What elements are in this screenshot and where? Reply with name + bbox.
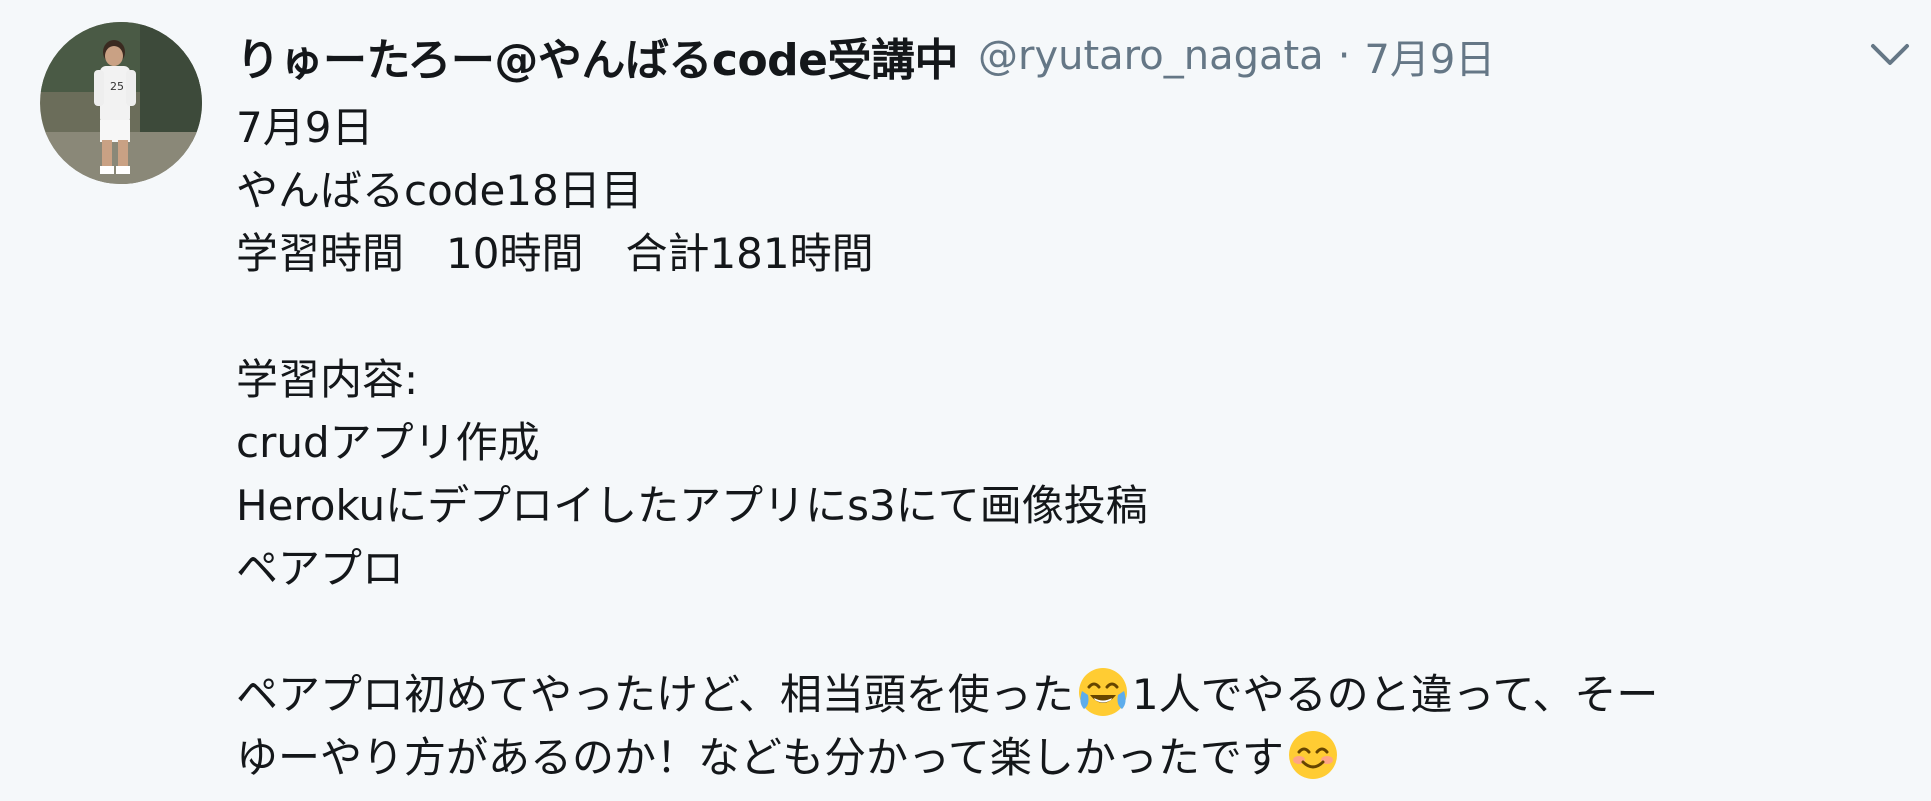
- svg-text:25: 25: [110, 80, 124, 93]
- face-with-tears-of-joy-emoji: [1076, 665, 1130, 719]
- tweet-line: 学習時間 10時間 合計181時間: [236, 229, 874, 278]
- tweet-line-wrapped: ペアプロ初めてやったけど、相当頭を使った 1人でやるのと違って、そー: [236, 663, 1896, 726]
- separator-dot: ·: [1337, 33, 1351, 79]
- tweet-text: 7月9日 やんばるcode18日目 学習時間 10時間 合計181時間 学習内容…: [236, 96, 1896, 789]
- tweet-line: やんばるcode18日目: [236, 166, 643, 215]
- tweet-timestamp[interactable]: 7月9日: [1364, 27, 1495, 85]
- smiling-face-with-smiling-eyes-emoji: [1286, 728, 1340, 782]
- tweet-card[interactable]: 25 りゅーたろー@やんばるcode受講中 @ryutaro_nagata · …: [0, 0, 1931, 801]
- avatar-photo: 25: [40, 22, 202, 184]
- tweet-text-segment: ペアプロ初めてやったけど、相当頭を使った: [236, 670, 1074, 719]
- tweet-header: りゅーたろー@やんばるcode受講中 @ryutaro_nagata · 7月9…: [236, 24, 1495, 88]
- avatar[interactable]: 25: [40, 22, 202, 184]
- user-handle[interactable]: @ryutaro_nagata: [978, 33, 1324, 79]
- tweet-text-segment: ゆーやり方があるのか！なども分かって楽しかったです: [236, 733, 1284, 782]
- tweet-line: 学習内容:: [236, 355, 419, 404]
- tweet-line-wrapped: ゆーやり方があるのか！なども分かって楽しかったです: [236, 726, 1896, 789]
- tweet-line: ペアプロ: [236, 544, 405, 593]
- tweet-line: Herokuにデプロイしたアプリにs3にて画像投稿: [236, 481, 1148, 530]
- chevron-down-icon[interactable]: [1865, 34, 1915, 74]
- tweet-line: 7月9日: [236, 103, 374, 152]
- display-name[interactable]: りゅーたろー@やんばるcode受講中: [236, 24, 959, 88]
- tweet-text-segment: 1人でやるのと違って、そー: [1131, 670, 1659, 719]
- tweet-line: crudアプリ作成: [236, 418, 540, 467]
